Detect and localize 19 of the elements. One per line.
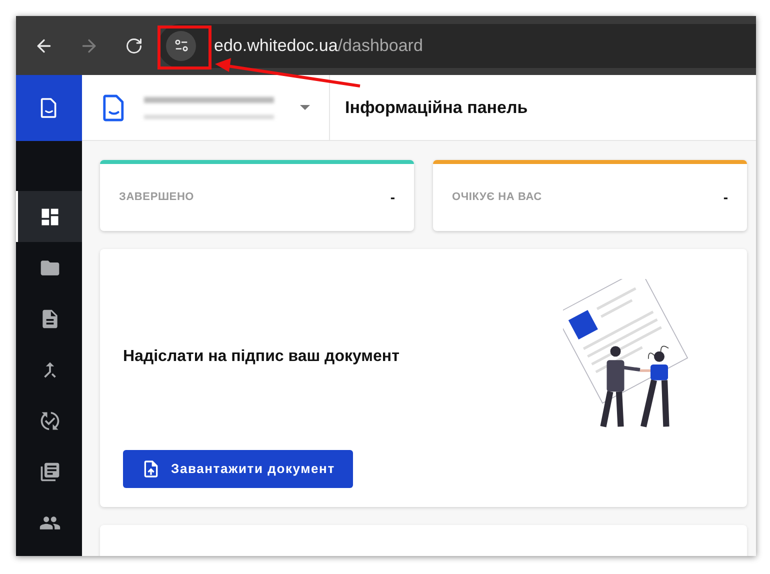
settings-icon bbox=[174, 38, 188, 53]
sidebar-item[interactable] bbox=[16, 191, 82, 242]
highlight-frame bbox=[158, 26, 212, 70]
stat-value: - bbox=[723, 188, 728, 207]
page-title: Інформаційна панель bbox=[345, 96, 528, 119]
stat-value: - bbox=[390, 188, 395, 207]
sync-check-icon bbox=[39, 410, 61, 432]
library-icon bbox=[39, 460, 61, 482]
caret-icon bbox=[300, 105, 310, 110]
promo-title: Надіслати на підпис ваш документ bbox=[123, 346, 400, 366]
stat-label: ЗАВЕРШЕНО bbox=[119, 190, 194, 206]
url-text: edo.whitedoc.ua/dashboard bbox=[214, 34, 423, 57]
upload-document-button[interactable]: Завантажити документ bbox=[123, 450, 353, 488]
stat-label: ОЧІКУЄ НА ВАС bbox=[452, 190, 542, 206]
reload-icon bbox=[125, 36, 143, 54]
address-bar[interactable]: edo.whitedoc.ua/dashboard bbox=[158, 24, 756, 68]
site-settings-button[interactable] bbox=[166, 30, 196, 60]
document-logo-icon bbox=[102, 92, 126, 122]
document-logo-icon bbox=[40, 97, 58, 119]
